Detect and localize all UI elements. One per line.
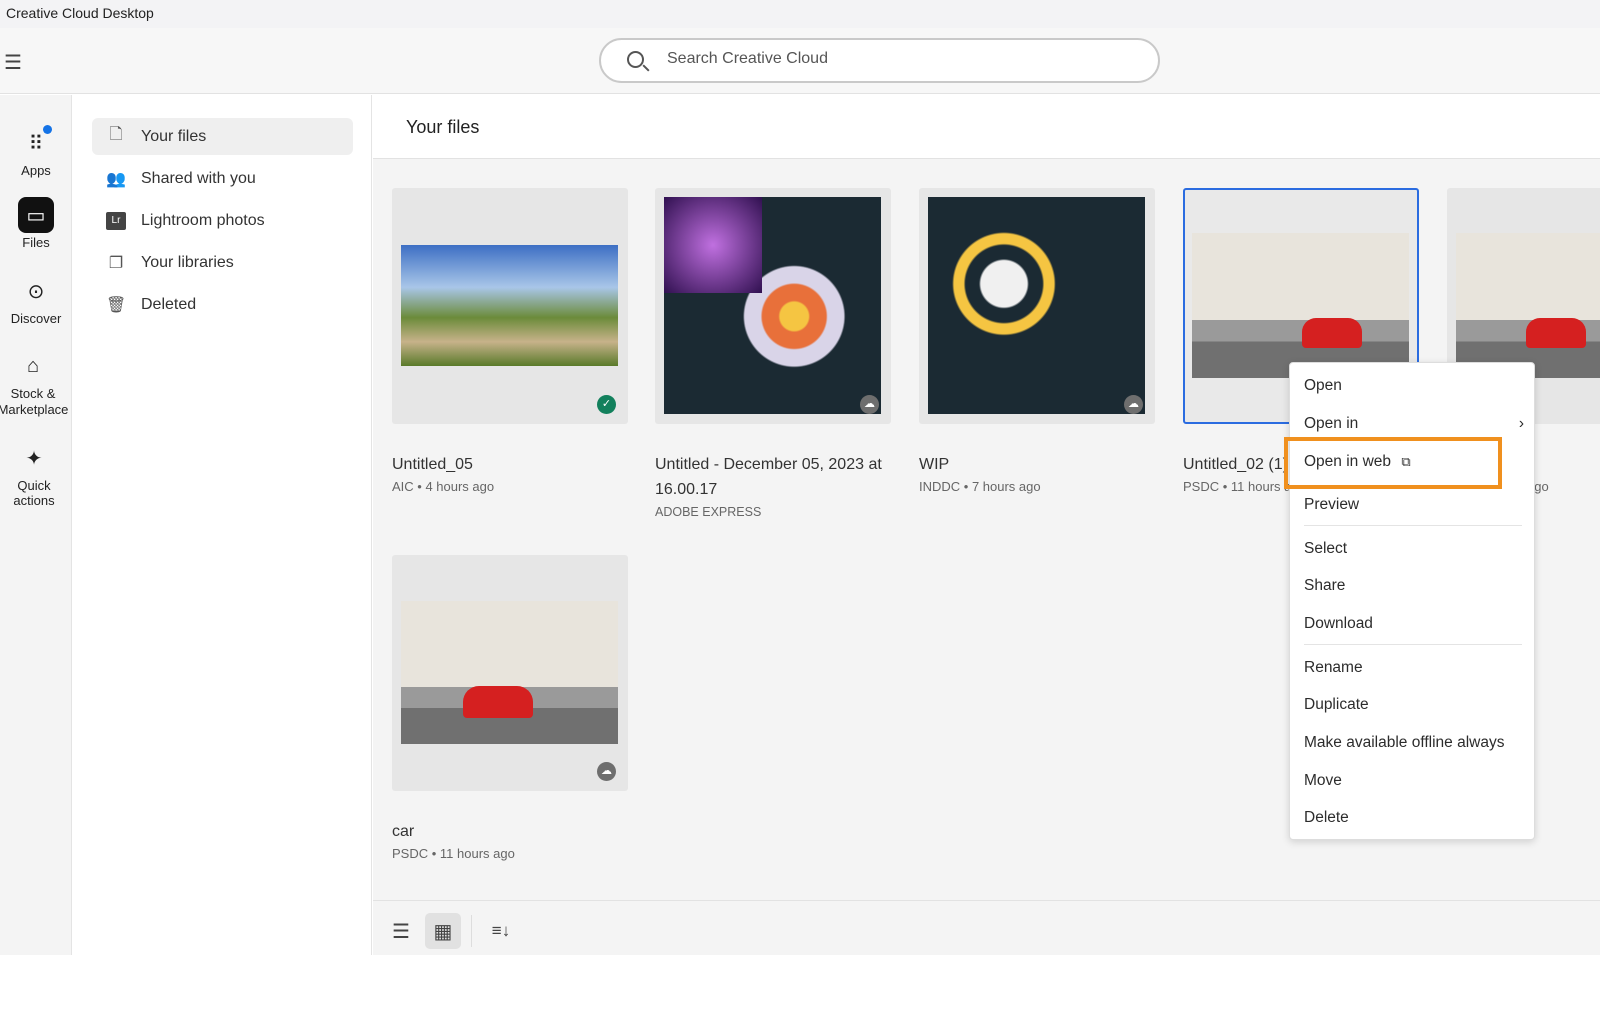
sidebar-label: Your libraries	[141, 253, 234, 271]
menu-item-duplicate[interactable]: Duplicate	[1304, 696, 1369, 714]
sort-icon[interactable]: ≡↓	[483, 913, 519, 949]
toolbar-divider	[471, 915, 472, 947]
rail-discover[interactable]: ⊙ Discover	[0, 273, 72, 327]
cloud-icon: ☁	[597, 762, 616, 781]
app-rail: ⠿ Apps ▭ Files ⊙ Discover ⌂ Stock & Marketpl…	[0, 95, 72, 955]
file-card[interactable]: ☁ Untitled - December 05, 2023 at 16.00.…	[655, 188, 891, 519]
file-card[interactable]: ☁ WIP INDDC • 7 hours ago	[919, 188, 1155, 494]
people-icon: 👥	[106, 170, 126, 188]
search-bar[interactable]	[599, 38, 1160, 83]
file-thumbnail[interactable]: ☁	[655, 188, 891, 424]
window-title: Creative Cloud Desktop	[0, 0, 1600, 28]
cloud-icon: ☁	[860, 395, 879, 414]
menu-item-move[interactable]: Move	[1304, 772, 1342, 790]
sidebar-label: Deleted	[141, 295, 197, 313]
view-toolbar: ☰ ▦ ≡↓	[373, 900, 1600, 955]
context-menu: Open Open in › Open in web ⧉ Preview Sele…	[1289, 362, 1535, 840]
rail-label: Discover	[10, 311, 62, 326]
hamburger-menu-icon[interactable]: ☰	[4, 50, 22, 75]
sidebar-label: Your files	[141, 127, 207, 145]
search-input[interactable]	[667, 50, 1067, 68]
synced-check-icon: ✓	[597, 395, 616, 414]
file-meta: PSDC • 11 hours ago	[392, 846, 515, 861]
rail-files[interactable]: ▭ Files	[0, 197, 72, 250]
search-icon	[627, 51, 644, 68]
files-sidebar: 🗋 Your files 👥 Shared with you Lr Lightroom…	[73, 95, 372, 955]
header: ☰	[0, 28, 1600, 94]
menu-item-select[interactable]: Select	[1304, 540, 1347, 558]
rail-apps[interactable]: ⠿ Apps	[0, 125, 72, 178]
rail-quick-actions[interactable]: ✦ Quick actions	[0, 440, 72, 509]
chevron-right-icon: ›	[1518, 415, 1524, 432]
lightroom-icon: Lr	[106, 211, 126, 230]
sidebar-item-deleted[interactable]: 🗑 Deleted	[92, 286, 353, 323]
file-card[interactable]: ✓ Untitled_05 AIC • 4 hours ago	[392, 188, 628, 494]
file-name: car	[392, 823, 415, 840]
menu-item-open-in[interactable]: Open in ›	[1304, 415, 1524, 433]
apps-grid-icon: ⠿	[18, 125, 54, 161]
file-thumbnail[interactable]: ✓	[392, 188, 628, 424]
sidebar-label: Shared with you	[141, 169, 256, 187]
menu-item-preview[interactable]: Preview	[1304, 496, 1359, 514]
file-type: ADOBE EXPRESS	[655, 505, 762, 519]
rail-stock[interactable]: ⌂ Stock & Marketplace	[0, 348, 72, 418]
menu-item-offline[interactable]: Make available offline always	[1304, 734, 1504, 752]
sidebar-label: Lightroom photos	[141, 211, 265, 229]
rail-label: Files	[22, 235, 50, 250]
sidebar-item-lightroom[interactable]: Lr Lightroom photos	[92, 202, 353, 239]
trash-icon: 🗑	[106, 296, 127, 314]
file-meta: AIC • 4 hours ago	[392, 479, 495, 494]
menu-item-rename[interactable]: Rename	[1304, 659, 1363, 677]
menu-item-share[interactable]: Share	[1304, 577, 1345, 595]
menu-divider	[1304, 644, 1522, 645]
rail-label: Stock & Marketplace	[0, 386, 69, 417]
sidebar-item-your-files[interactable]: 🗋 Your files	[92, 118, 353, 155]
file-icon: 🗋	[109, 126, 123, 143]
sidebar-item-shared[interactable]: 👥 Shared with you	[92, 160, 353, 197]
folder-icon: ▭	[18, 197, 54, 233]
file-name: Untitled - December 05, 2023 at 16.00.17	[655, 456, 882, 498]
rail-label: Quick actions	[13, 478, 55, 508]
file-thumbnail[interactable]: ☁	[919, 188, 1155, 424]
file-card[interactable]: ☁ car PSDC • 11 hours ago	[392, 555, 628, 861]
menu-label: Open in	[1304, 415, 1359, 432]
storefront-icon: ⌂	[26, 355, 40, 377]
file-meta: INDDC • 7 hours ago	[919, 479, 1041, 494]
menu-divider	[1304, 525, 1522, 526]
grid-view-icon[interactable]: ▦	[425, 913, 461, 949]
sidebar-item-libraries[interactable]: ❐ Your libraries	[92, 244, 353, 281]
list-view-icon[interactable]: ☰	[383, 913, 419, 949]
rail-label: Apps	[21, 163, 51, 178]
compass-icon: ⊙	[27, 280, 45, 303]
library-icon: ❐	[108, 254, 124, 272]
highlight-annotation	[1284, 437, 1502, 489]
menu-item-delete[interactable]: Delete	[1304, 809, 1349, 827]
menu-item-open[interactable]: Open	[1304, 377, 1342, 395]
menu-item-download[interactable]: Download	[1304, 615, 1373, 633]
file-name: Untitled_05	[392, 456, 473, 473]
file-thumbnail[interactable]: ☁	[392, 555, 628, 791]
sparkle-icon: ✦	[25, 447, 43, 470]
cloud-icon: ☁	[1124, 395, 1143, 414]
main-header: Your files	[373, 95, 1600, 159]
file-name: WIP	[919, 456, 950, 473]
page-title: Your files	[406, 117, 480, 137]
